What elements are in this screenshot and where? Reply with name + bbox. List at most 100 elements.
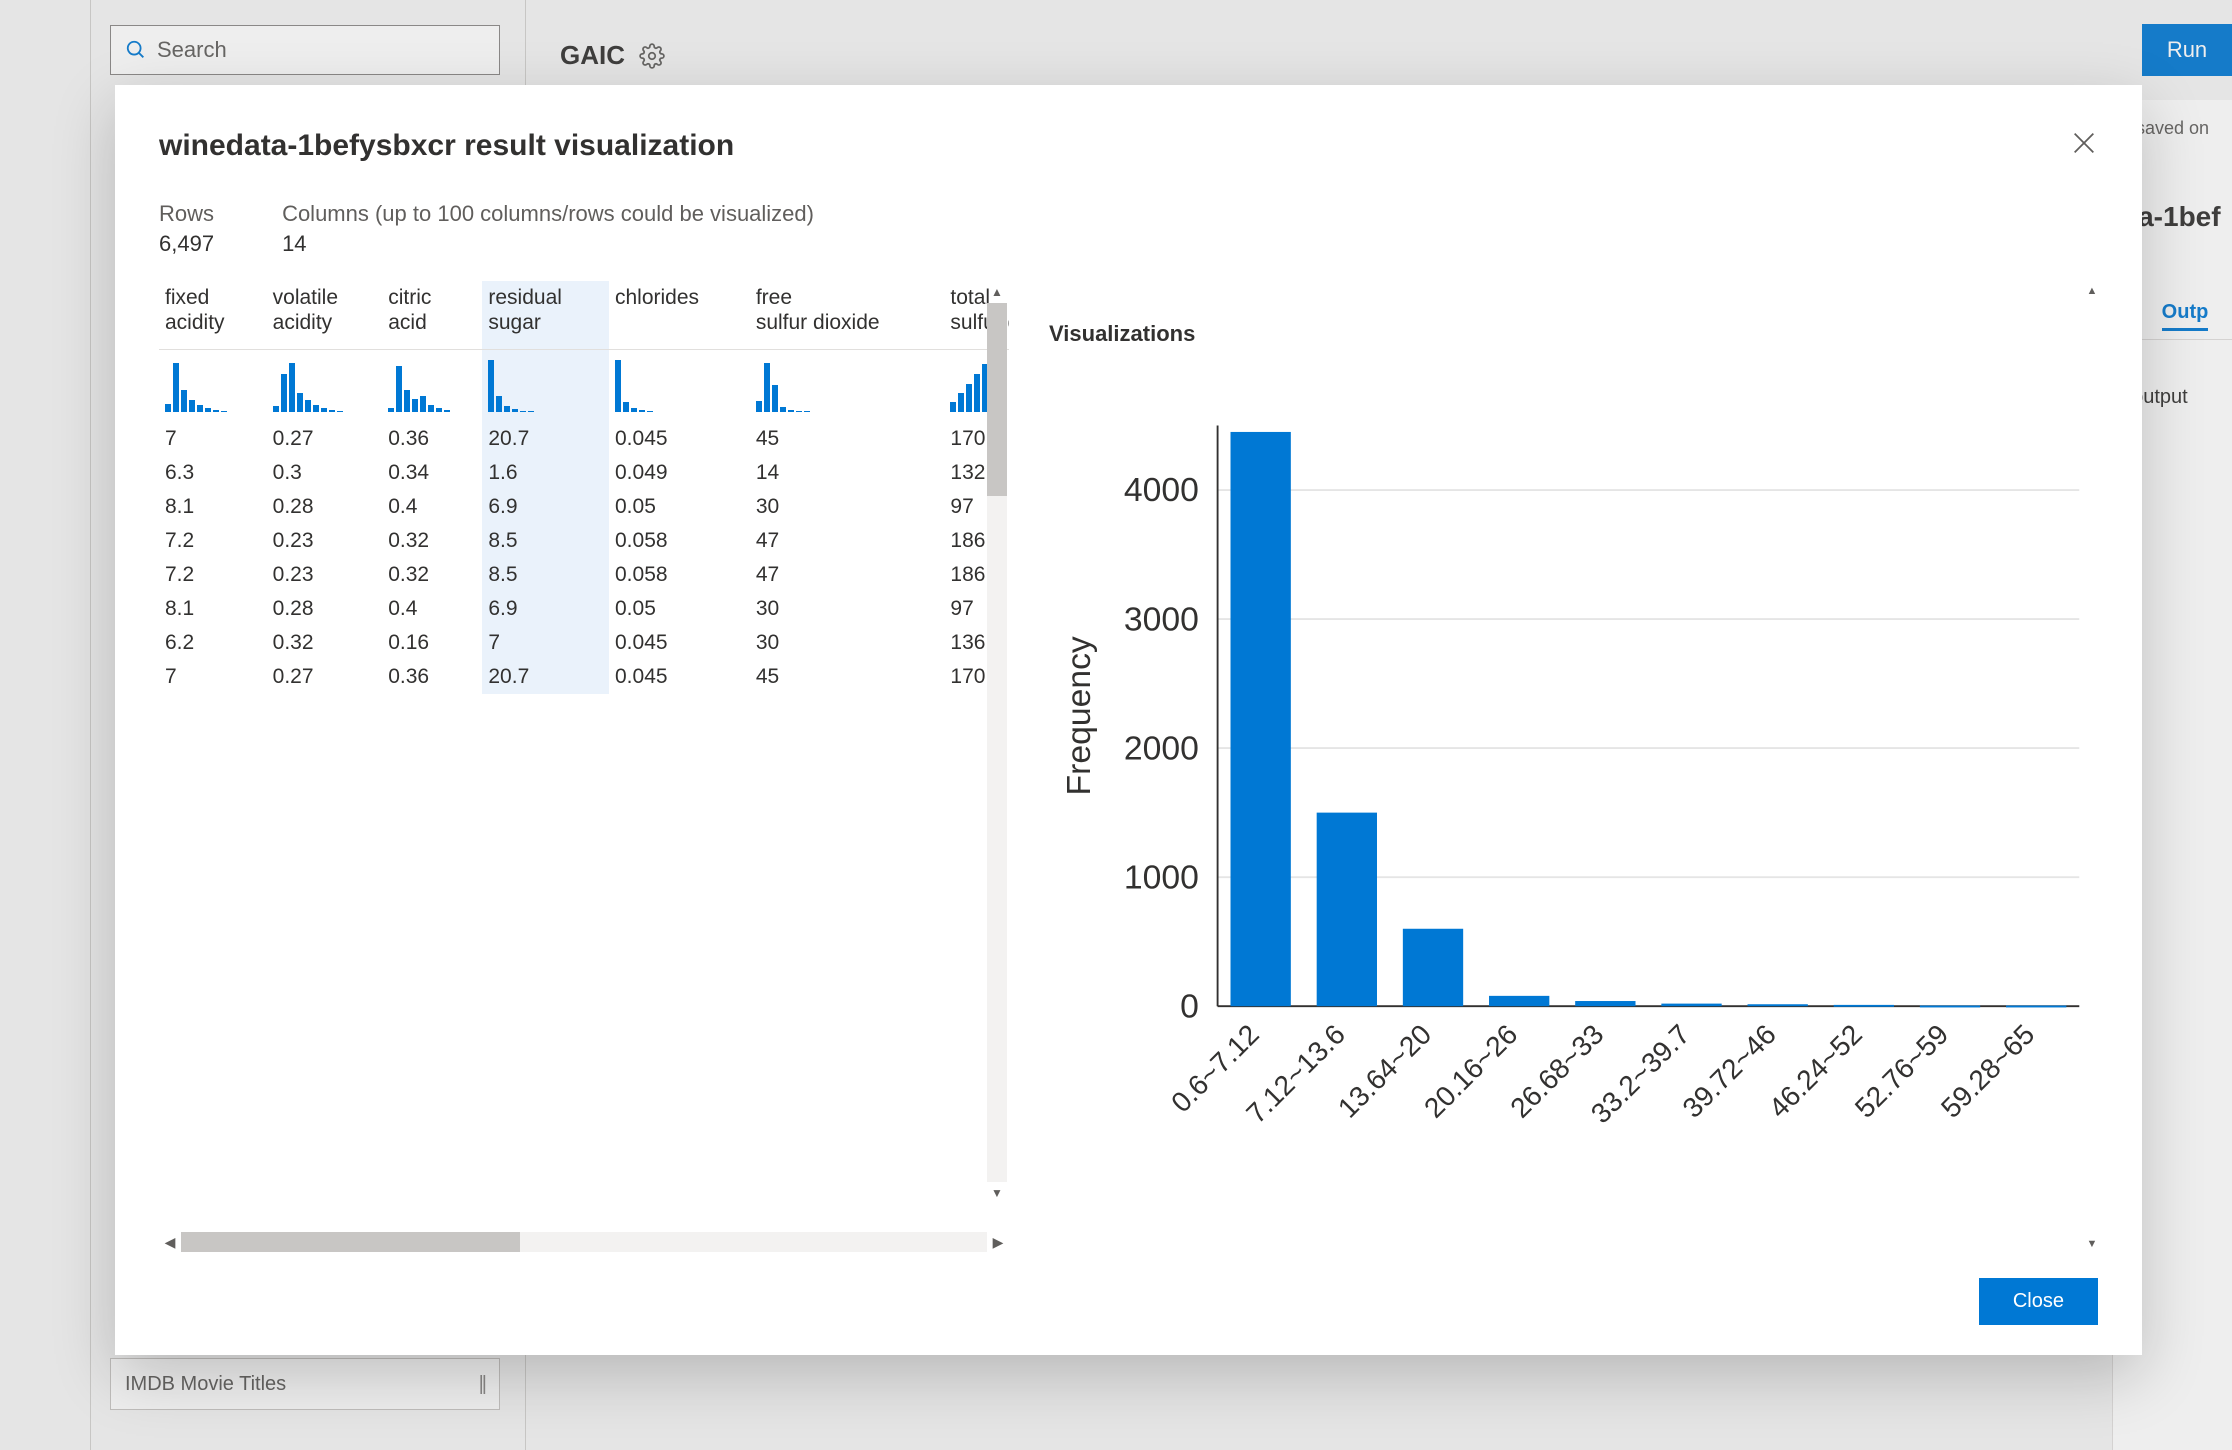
column-header-residual_sugar[interactable]: residualsugar (482, 281, 609, 350)
scroll-track[interactable] (181, 1232, 987, 1252)
table-row[interactable]: 6.30.30.341.60.04914132 (159, 456, 1009, 490)
columns-value: 14 (282, 231, 814, 257)
columns-label: Columns (up to 100 columns/rows could be… (282, 201, 814, 227)
cell-residual_sugar: 8.5 (482, 524, 609, 558)
sparkline-free_sulfur_dioxide (750, 350, 945, 423)
cell-free_sulfur_dioxide: 47 (750, 558, 945, 592)
column-header-chlorides[interactable]: chlorides (609, 281, 750, 350)
cell-fixed_acidity: 7 (159, 660, 267, 694)
close-button-footer[interactable]: Close (1979, 1278, 2098, 1325)
result-visualization-modal: winedata-1befysbxcr result visualization… (115, 85, 2142, 1355)
column-header-fixed_acidity[interactable]: fixedacidity (159, 281, 267, 350)
cell-citric_acid: 0.32 (382, 524, 482, 558)
cell-free_sulfur_dioxide: 30 (750, 592, 945, 626)
cell-free_sulfur_dioxide: 47 (750, 524, 945, 558)
cell-free_sulfur_dioxide: 14 (750, 456, 945, 490)
cell-chlorides: 0.045 (609, 422, 750, 456)
cell-fixed_acidity: 8.1 (159, 592, 267, 626)
svg-text:13.64~20: 13.64~20 (1332, 1018, 1437, 1123)
meta-row: Rows 6,497 Columns (up to 100 columns/ro… (159, 201, 2098, 257)
svg-text:3000: 3000 (1124, 600, 1199, 638)
column-header-citric_acid[interactable]: citricacid (382, 281, 482, 350)
scroll-down-icon[interactable]: ▼ (2082, 1234, 2102, 1254)
scroll-left-icon[interactable]: ◀ (159, 1234, 181, 1251)
scroll-track[interactable] (987, 303, 1007, 1182)
table-vertical-scrollbar[interactable]: ▲ ▼ (985, 281, 1009, 1204)
scroll-thumb[interactable] (181, 1232, 520, 1252)
rows-meta: Rows 6,497 (159, 201, 214, 257)
svg-text:46.24~52: 46.24~52 (1763, 1018, 1868, 1123)
cell-volatile_acidity: 0.23 (267, 558, 383, 592)
cell-volatile_acidity: 0.27 (267, 422, 383, 456)
cell-volatile_acidity: 0.3 (267, 456, 383, 490)
cell-free_sulfur_dioxide: 45 (750, 660, 945, 694)
cell-residual_sugar: 8.5 (482, 558, 609, 592)
scroll-up-icon[interactable]: ▲ (985, 281, 1009, 303)
scroll-thumb[interactable] (987, 303, 1007, 496)
cell-fixed_acidity: 7 (159, 422, 267, 456)
sparkline-residual_sugar (482, 350, 609, 423)
viz-vertical-scrollbar[interactable]: ▲ ▼ (2082, 281, 2102, 1254)
scroll-down-icon[interactable]: ▼ (985, 1182, 1009, 1204)
table-row[interactable]: 6.20.320.1670.04530136 (159, 626, 1009, 660)
cell-fixed_acidity: 6.3 (159, 456, 267, 490)
cell-residual_sugar: 20.7 (482, 660, 609, 694)
cell-chlorides: 0.058 (609, 524, 750, 558)
scroll-right-icon[interactable]: ▶ (987, 1234, 1009, 1251)
cell-residual_sugar: 1.6 (482, 456, 609, 490)
visualizations-title: Visualizations (1049, 321, 2098, 347)
data-table-pane: fixedacidityvolatileaciditycitricacidres… (159, 281, 1009, 1254)
cell-chlorides: 0.058 (609, 558, 750, 592)
table-scroll-area[interactable]: fixedacidityvolatileaciditycitricacidres… (159, 281, 1009, 1230)
cell-fixed_acidity: 7.2 (159, 524, 267, 558)
scroll-up-icon[interactable]: ▲ (2082, 281, 2102, 301)
column-header-free_sulfur_dioxide[interactable]: freesulfur dioxide (750, 281, 945, 350)
svg-text:2000: 2000 (1124, 729, 1199, 767)
rows-label: Rows (159, 201, 214, 227)
modal-title: winedata-1befysbxcr result visualization (159, 129, 734, 163)
histogram-svg: 01000200030004000Frequency0.6~7.127.12~1… (1049, 365, 2098, 1254)
cell-citric_acid: 0.16 (382, 626, 482, 660)
table-row[interactable]: 8.10.280.46.90.053097 (159, 592, 1009, 626)
cell-fixed_acidity: 6.2 (159, 626, 267, 660)
sparkline-chlorides (609, 350, 750, 423)
cell-free_sulfur_dioxide: 45 (750, 422, 945, 456)
column-header-volatile_acidity[interactable]: volatileacidity (267, 281, 383, 350)
sparkline-fixed_acidity (159, 350, 267, 423)
table-row[interactable]: 7.20.230.328.50.05847186 (159, 558, 1009, 592)
cell-citric_acid: 0.36 (382, 422, 482, 456)
cell-chlorides: 0.045 (609, 626, 750, 660)
cell-citric_acid: 0.4 (382, 490, 482, 524)
table-horizontal-scrollbar[interactable]: ◀ ▶ (159, 1230, 1009, 1254)
table-row[interactable]: 8.10.280.46.90.053097 (159, 490, 1009, 524)
sparkline-volatile_acidity (267, 350, 383, 423)
table-row[interactable]: 7.20.230.328.50.05847186 (159, 524, 1009, 558)
svg-text:0: 0 (1180, 987, 1199, 1025)
cell-residual_sugar: 20.7 (482, 422, 609, 456)
svg-text:59.28~65: 59.28~65 (1935, 1018, 2040, 1123)
close-button[interactable] (2070, 129, 2098, 157)
histogram-chart: 01000200030004000Frequency0.6~7.127.12~1… (1049, 365, 2098, 1254)
cell-citric_acid: 0.4 (382, 592, 482, 626)
scroll-track[interactable] (2082, 301, 2102, 1234)
cell-residual_sugar: 6.9 (482, 490, 609, 524)
table-row[interactable]: 70.270.3620.70.04545170 (159, 660, 1009, 694)
svg-text:4000: 4000 (1124, 471, 1199, 509)
svg-text:1000: 1000 (1124, 858, 1199, 896)
table-row[interactable]: 70.270.3620.70.04545170 (159, 422, 1009, 456)
data-table: fixedacidityvolatileaciditycitricacidres… (159, 281, 1009, 694)
cell-volatile_acidity: 0.28 (267, 490, 383, 524)
cell-fixed_acidity: 8.1 (159, 490, 267, 524)
visualization-pane: Visualizations 0 1000 2000 3000 4000 Frequenc… (1049, 281, 2098, 1254)
svg-text:20.16~26: 20.16~26 (1418, 1018, 1523, 1123)
svg-text:Frequency: Frequency (1060, 636, 1098, 795)
columns-meta: Columns (up to 100 columns/rows could be… (282, 201, 814, 257)
rows-value: 6,497 (159, 231, 214, 257)
cell-volatile_acidity: 0.28 (267, 592, 383, 626)
cell-free_sulfur_dioxide: 30 (750, 490, 945, 524)
cell-volatile_acidity: 0.23 (267, 524, 383, 558)
cell-citric_acid: 0.36 (382, 660, 482, 694)
cell-chlorides: 0.049 (609, 456, 750, 490)
cell-citric_acid: 0.34 (382, 456, 482, 490)
cell-chlorides: 0.05 (609, 592, 750, 626)
